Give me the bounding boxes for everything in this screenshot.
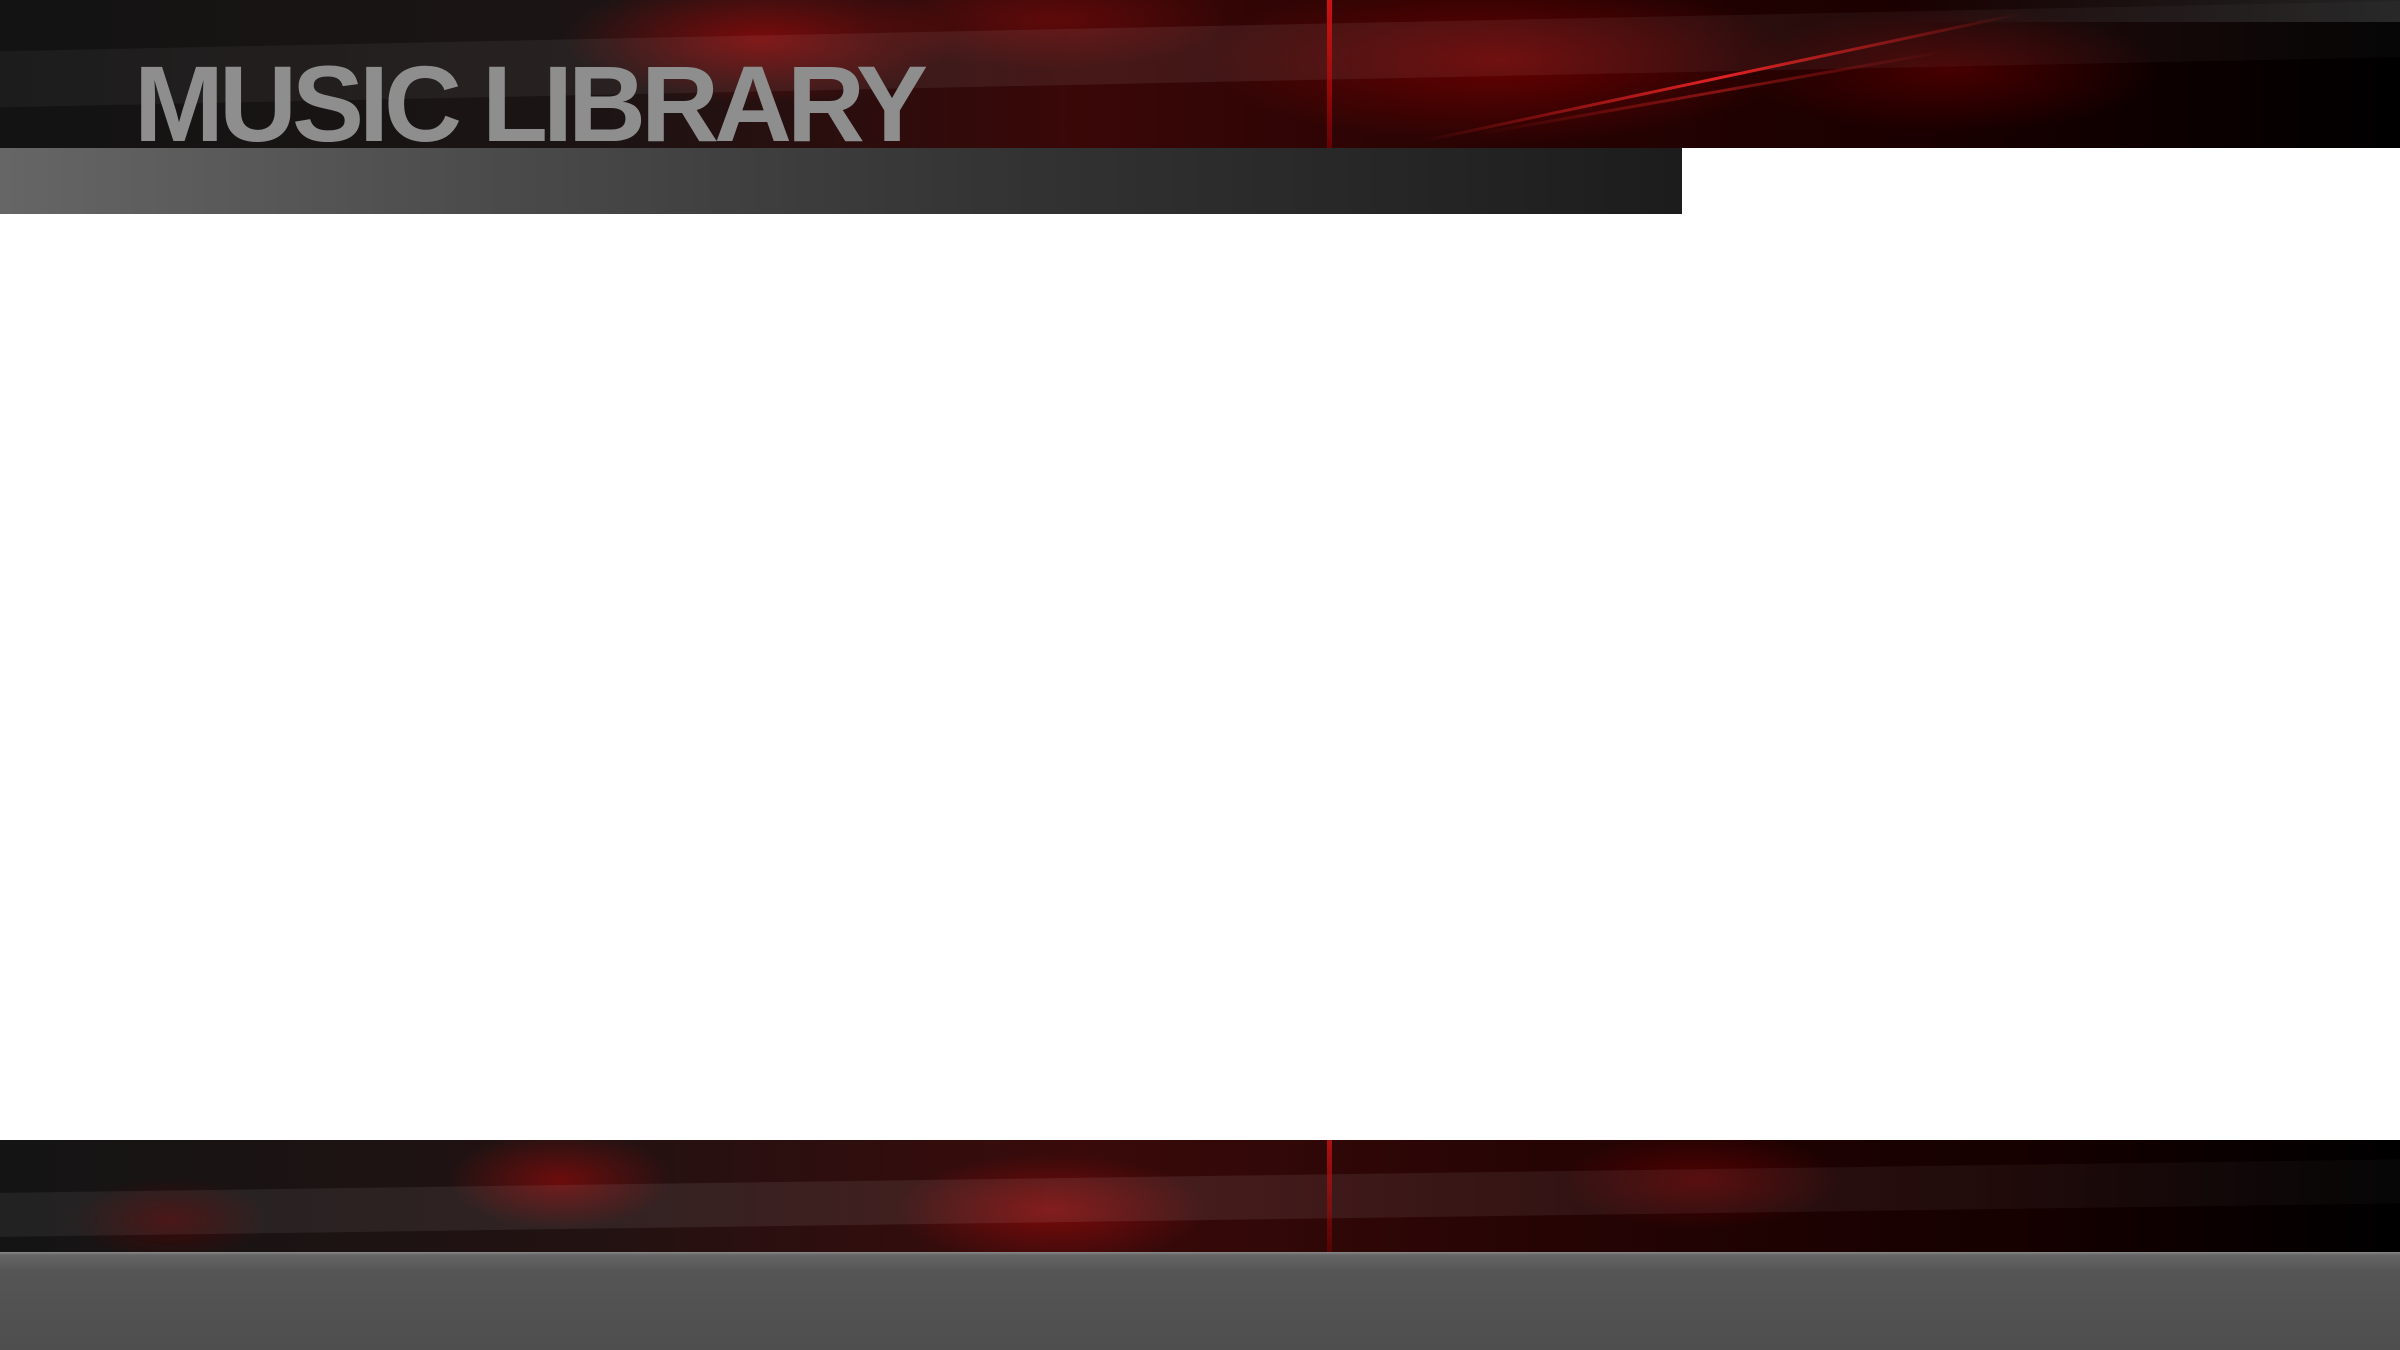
bottom-bar <box>0 1252 2400 1350</box>
subheader-bar <box>0 148 1682 214</box>
content-area <box>0 214 2400 1140</box>
footer-sheen <box>0 1158 2400 1238</box>
footer-banner <box>0 1140 2400 1252</box>
footer-red-light <box>1327 1140 1332 1252</box>
music-library-screen: MUSIC LIBRARY <box>0 0 2400 1350</box>
header-red-light <box>1327 0 1332 148</box>
header-right-blank <box>1682 148 2400 214</box>
page-title: MUSIC LIBRARY <box>134 43 928 149</box>
header-banner: MUSIC LIBRARY <box>0 0 2400 148</box>
